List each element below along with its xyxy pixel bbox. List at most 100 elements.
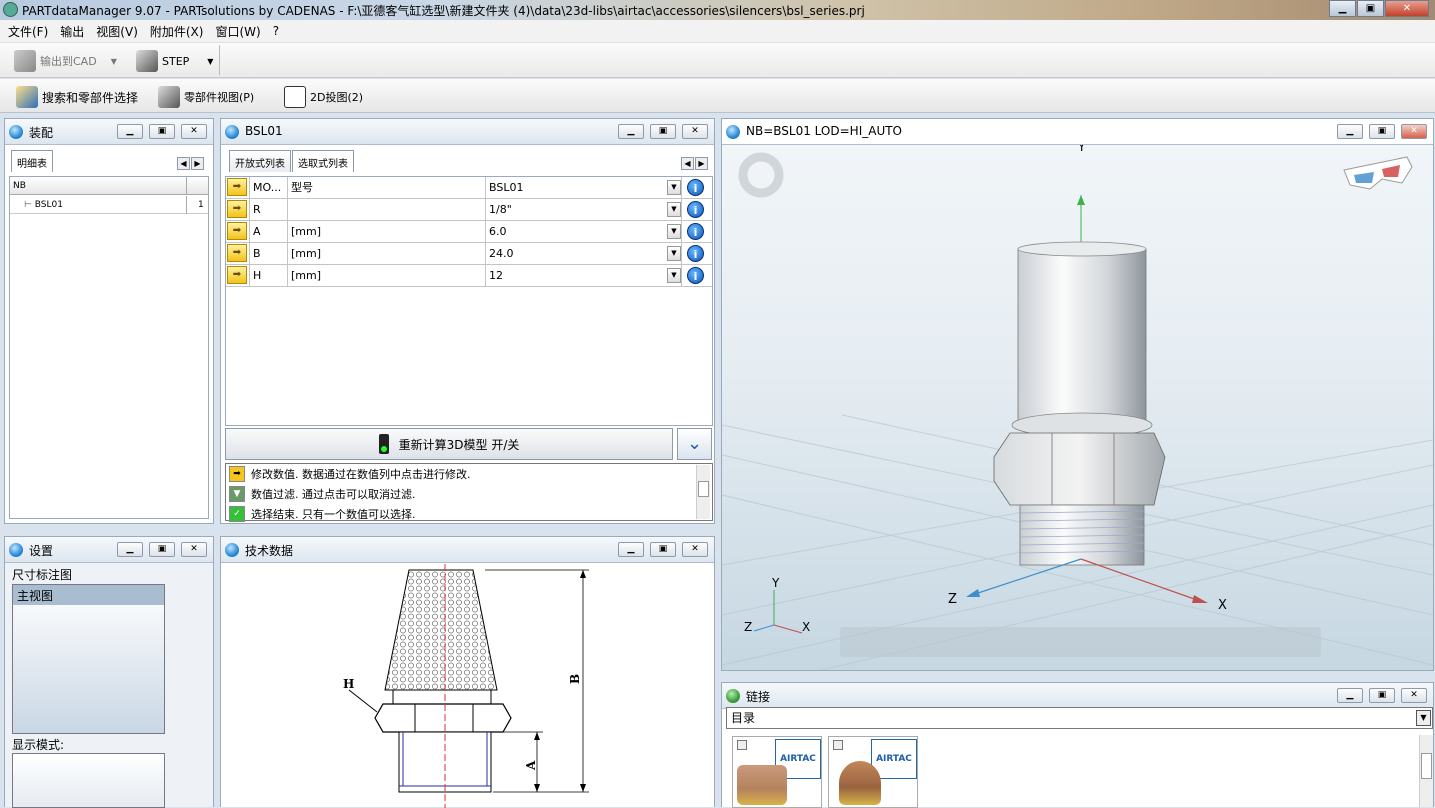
value-select[interactable]: 12: [486, 265, 682, 287]
menu-bar: 文件(F) 输出 视图(V) 附加件(X) 窗口(W) ?: [0, 20, 1435, 42]
value-select[interactable]: 6.0: [486, 221, 682, 243]
panel-close-button[interactable]: ✕: [682, 542, 708, 557]
catalog-thumbnail[interactable]: AIRTAC: [828, 736, 918, 808]
close-button[interactable]: ✕: [1385, 0, 1429, 17]
chevron-down-icon[interactable]: ▼: [667, 246, 681, 261]
3d-viewer-panel: NB=BSL01 LOD=HI_AUTO ▁ ▣ ✕ Y X Z Y X Z: [721, 118, 1434, 671]
panel-minimize-button[interactable]: ▁: [618, 124, 644, 139]
info-icon[interactable]: i: [687, 179, 704, 196]
tab-prev-button[interactable]: ◀: [177, 157, 190, 170]
display-mode-list[interactable]: [12, 753, 165, 808]
edit-arrow-icon[interactable]: ➡: [227, 222, 247, 240]
stereo-glasses-icon[interactable]: [1343, 156, 1413, 190]
dropdown-arrow-icon[interactable]: ▼: [207, 57, 213, 66]
tab-bom[interactable]: 明细表: [11, 150, 53, 172]
tab-next-button[interactable]: ▶: [191, 157, 204, 170]
table-row[interactable]: ➡ MO... 型号 BSL01 ▼ i: [226, 177, 712, 199]
tab-open-list[interactable]: 开放式列表: [229, 150, 291, 172]
panel-maximize-button[interactable]: ▣: [1369, 124, 1395, 139]
list-item[interactable]: 主视图: [13, 585, 164, 605]
value-select[interactable]: 1/8": [486, 199, 682, 221]
panel-header: 装配 ▁ ▣ ✕: [5, 119, 213, 145]
table-row[interactable]: ➡ A [mm] 6.0 ▼ i: [226, 221, 712, 243]
scrollbar[interactable]: [1419, 735, 1433, 807]
chevron-down-icon[interactable]: ▼: [1416, 710, 1431, 726]
menu-help[interactable]: ?: [273, 24, 279, 38]
search-parts-button[interactable]: 搜索和零部件选择: [16, 86, 138, 108]
chevron-down-icon[interactable]: ▼: [667, 224, 681, 239]
edit-arrow-icon[interactable]: ➡: [227, 178, 247, 196]
catalog-select[interactable]: 目录 ▼: [726, 707, 1433, 729]
axis-label-x: X: [1218, 598, 1227, 613]
menu-view[interactable]: 视图(V): [96, 23, 138, 40]
assembly-panel: 装配 ▁ ▣ ✕ 明细表 ◀ ▶ NB ⊢ BSL01 1: [4, 118, 214, 524]
panel-maximize-button[interactable]: ▣: [149, 542, 175, 557]
edit-arrow-icon[interactable]: ➡: [227, 200, 247, 218]
tab-next-button[interactable]: ▶: [695, 157, 708, 170]
expand-down-button[interactable]: ⌄: [677, 428, 712, 460]
2d-projection-button[interactable]: 2D投图(2): [284, 86, 363, 108]
panel-maximize-button[interactable]: ▣: [1369, 688, 1395, 703]
panel-minimize-button[interactable]: ▁: [1337, 124, 1363, 139]
drawing-icon: [284, 86, 306, 108]
chevron-down-icon[interactable]: ▼: [667, 202, 681, 217]
3d-viewport[interactable]: Y X Z Y X Z: [722, 145, 1433, 670]
edit-arrow-icon[interactable]: ➡: [227, 244, 247, 262]
menu-file[interactable]: 文件(F): [8, 23, 48, 40]
title-bar: PARTdataManager 9.07 - PARTsolutions by …: [0, 0, 1435, 20]
menu-export[interactable]: 输出: [60, 23, 84, 40]
catalog-thumbnail[interactable]: AIRTAC: [732, 736, 822, 808]
menu-window[interactable]: 窗口(W): [215, 23, 260, 40]
step-button[interactable]: STEP ▼: [136, 50, 213, 72]
recalc-toggle-button[interactable]: 重新计算3D模型 开/关: [225, 428, 673, 460]
menu-addons[interactable]: 附加件(X): [150, 23, 204, 40]
info-icon[interactable]: i: [687, 223, 704, 240]
panel-close-button[interactable]: ✕: [1401, 124, 1427, 139]
panel-close-button[interactable]: ✕: [181, 124, 207, 139]
panel-maximize-button[interactable]: ▣: [650, 124, 676, 139]
info-icon[interactable]: i: [687, 201, 704, 218]
filter-icon: ▼: [229, 486, 245, 502]
maximize-button[interactable]: ▣: [1357, 0, 1384, 17]
table-row[interactable]: ➡ R 1/8" ▼ i: [226, 199, 712, 221]
value-select[interactable]: BSL01: [486, 177, 682, 199]
panel-minimize-button[interactable]: ▁: [618, 542, 644, 557]
viewer-toolbar[interactable]: [840, 627, 1321, 657]
view-list[interactable]: 主视图: [12, 584, 165, 734]
minimize-button[interactable]: ▁: [1329, 0, 1356, 17]
dropdown-arrow-icon[interactable]: ▼: [111, 57, 117, 66]
tab-prev-button[interactable]: ◀: [681, 157, 694, 170]
panel-minimize-button[interactable]: ▁: [117, 542, 143, 557]
cube-icon: [833, 740, 843, 750]
panel-maximize-button[interactable]: ▣: [149, 124, 175, 139]
dim-label-h: H: [343, 677, 354, 691]
value-select[interactable]: 24.0: [486, 243, 682, 265]
mini-axis-label-x: X: [802, 620, 810, 634]
panel-minimize-button[interactable]: ▁: [1337, 688, 1363, 703]
toolbar-views: 搜索和零部件选择 零部件视图(P) 2D投图(2): [0, 79, 1435, 113]
info-icon[interactable]: i: [687, 267, 704, 284]
panel-minimize-button[interactable]: ▁: [117, 124, 143, 139]
chevron-down-icon[interactable]: ▼: [667, 180, 681, 195]
table-row[interactable]: ➡ H [mm] 12 ▼ i: [226, 265, 712, 287]
export-cad-button[interactable]: 输出到CAD ▼: [14, 50, 117, 72]
panel-header: 设置 ▁ ▣ ✕: [5, 537, 213, 563]
part-view-button[interactable]: 零部件视图(P): [158, 86, 254, 108]
table-row[interactable]: ⊢ BSL01 1: [10, 196, 208, 214]
chevron-down-icon[interactable]: ▼: [667, 268, 681, 283]
edit-arrow-icon[interactable]: ➡: [227, 266, 247, 284]
panel-icon: [225, 125, 239, 139]
panel-close-button[interactable]: ✕: [1401, 688, 1427, 703]
panel-close-button[interactable]: ✕: [181, 542, 207, 557]
scrollbar[interactable]: [696, 465, 710, 519]
axis-label-z: Z: [948, 592, 957, 607]
tab-select-list[interactable]: 选取式列表: [292, 150, 354, 172]
toolbar-export: 输出到CAD ▼ STEP ▼: [0, 43, 1435, 78]
bom-header: NB: [10, 177, 208, 195]
links-panel: 链接 ▁ ▣ ✕ 目录 ▼ AIRTAC AIRTAC: [721, 682, 1434, 808]
list-item: ✓ 选择结束. 只有一个数值可以选择.: [229, 504, 416, 524]
panel-maximize-button[interactable]: ▣: [650, 542, 676, 557]
panel-close-button[interactable]: ✕: [682, 124, 708, 139]
table-row[interactable]: ➡ B [mm] 24.0 ▼ i: [226, 243, 712, 265]
info-icon[interactable]: i: [687, 245, 704, 262]
